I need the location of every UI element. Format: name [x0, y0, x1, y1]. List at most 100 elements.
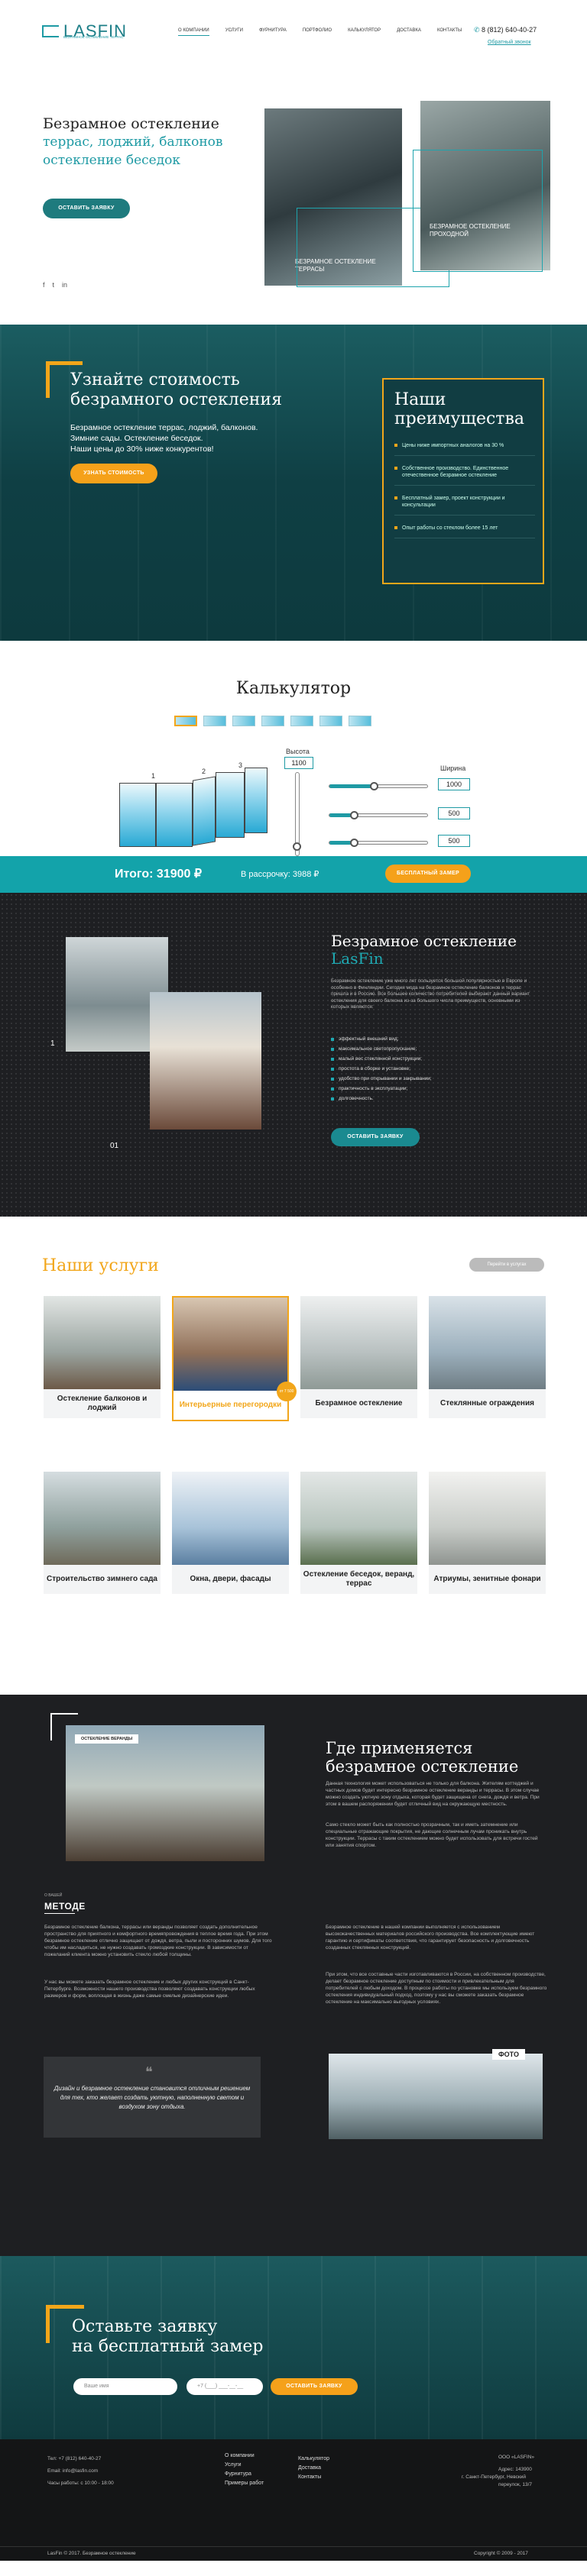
all-services-button[interactable]: Перейти в услугах [469, 1258, 544, 1272]
hero-frame-right [413, 150, 543, 272]
methods-col-2: Безрамное остекление в нашей компании вы… [326, 1925, 535, 1951]
service-image [172, 1472, 289, 1565]
header-phone[interactable]: ✆ 8 (812) 640-40-27 [474, 26, 537, 34]
phone-field[interactable]: +7 (___) ___-__-__ [186, 2378, 263, 2395]
request-submit-button[interactable]: ОСТАВИТЬ ЗАЯВКУ [271, 2378, 358, 2395]
service-card-winter-garden[interactable]: Строительство зимнего сада [44, 1472, 161, 1594]
services-section: Наши услуги Перейти в услугах Остекление… [0, 1217, 587, 1695]
installment-price: В рассрочку: 3988 ₽ [241, 870, 319, 879]
quote-text: Дизайн и безрамное остекление становится… [54, 2085, 251, 2110]
benefit-item: долговечность. [331, 1096, 537, 1102]
width-slider-knob[interactable] [369, 782, 378, 790]
methods-col-2b: При этом, что все составные части изгота… [326, 1972, 547, 2005]
stat-text-line2: Зимние сады. Остекление беседок. [70, 434, 203, 443]
service-card-windows[interactable]: Окна, двери, фасады [172, 1472, 289, 1594]
nav-item-hardware[interactable]: ФУРНИТУРА [259, 28, 287, 36]
about-title: Безрамное остекление LasFin [331, 932, 517, 968]
nav-item-portfolio[interactable]: ПОРТФОЛИО [303, 28, 332, 36]
width-slider-3[interactable] [329, 841, 428, 845]
service-label: Стеклянные ограждения [429, 1389, 546, 1418]
service-image [300, 1296, 417, 1389]
footer-phone[interactable]: Тел: +7 (812) 640-40-27 [47, 2456, 101, 2461]
photo-label: ФОТО [492, 2049, 525, 2060]
free-measure-button[interactable]: БЕСПЛАТНЫЙ ЗАМЕР [385, 865, 471, 883]
accent-corner [50, 1713, 78, 1740]
nav-item-calculator[interactable]: КАЛЬКУЛЯТОР [348, 28, 381, 36]
stat-title: Узнайте стоимость безрамного остекления [70, 370, 282, 410]
main-nav: О КОМПАНИИ УСЛУГИ ФУРНИТУРА ПОРТФОЛИО КА… [178, 28, 462, 36]
footer-link[interactable]: Примеры работ [225, 2481, 264, 2486]
hero-cta-button[interactable]: ОСТАВИТЬ ЗАЯВКУ [43, 199, 130, 218]
service-card-railings[interactable]: Стеклянные ограждения [429, 1296, 546, 1418]
advantages-title: Наши преимущества [394, 390, 524, 428]
type-option[interactable] [203, 716, 226, 726]
service-card-balconies[interactable]: Остекление балконов и лоджий [44, 1296, 161, 1418]
type-option[interactable] [232, 716, 255, 726]
name-field[interactable]: Ваше имя [73, 2378, 177, 2395]
service-card-frameless[interactable]: Безрамное остекление [300, 1296, 417, 1418]
facebook-icon[interactable]: f [43, 281, 45, 289]
logo-tagline: БЕЗРАМНОЕ ОСТЕКЛЕНИЕ ТЕРРАС [63, 35, 124, 39]
hero-title-line1: Безрамное остекление [43, 115, 219, 132]
usage-photo: ОСТЕКЛЕНИЕ ВЕРАНДЫ [66, 1725, 264, 1861]
usage-text-2: Само стекло может быть как полностью про… [326, 1822, 538, 1848]
type-option[interactable] [349, 716, 371, 726]
linkedin-icon[interactable]: in [62, 281, 67, 289]
total-price: Итого: 31900 ₽ [115, 868, 203, 881]
slider-fill [329, 784, 374, 788]
request-title: Оставьте заявку на бесплатный замер [72, 2317, 263, 2357]
about-photo-building [150, 992, 261, 1130]
twitter-icon[interactable]: t [53, 281, 55, 289]
width-input-2[interactable]: 500 [438, 807, 470, 819]
footer-link[interactable]: Фурнитура [225, 2471, 251, 2477]
width-slider-2[interactable] [329, 813, 428, 817]
nav-item-services[interactable]: УСЛУГИ [225, 28, 243, 36]
nav-item-delivery[interactable]: ДОСТАВКА [397, 28, 421, 36]
footer-link[interactable]: Калькулятор [298, 2456, 329, 2461]
benefit-item: эффектный внешний вид; [331, 1036, 537, 1042]
glass-pane[interactable] [119, 783, 156, 847]
height-input[interactable]: 1100 [284, 757, 313, 769]
footer-link[interactable]: Услуги [225, 2462, 242, 2468]
height-slider-knob[interactable] [293, 842, 301, 851]
glass-pane[interactable] [216, 772, 245, 838]
type-option[interactable] [319, 716, 342, 726]
footer-link[interactable]: Контакты [298, 2474, 321, 2480]
callback-link[interactable]: Обратный звонок [488, 40, 531, 45]
logo[interactable]: LASFIN БЕЗРАМНОЕ ОСТЕКЛЕНИЕ ТЕРРАС [42, 21, 127, 41]
glass-pane[interactable] [193, 776, 216, 846]
service-image [429, 1296, 546, 1389]
nav-item-about[interactable]: О КОМПАНИИ [178, 28, 209, 36]
width-slider-knob[interactable] [349, 839, 358, 847]
width-slider-knob[interactable] [349, 811, 358, 819]
type-option[interactable] [261, 716, 284, 726]
advantages-box: Наши преимущества Цены ниже импортных ан… [382, 378, 544, 584]
footer-link[interactable]: Доставка [298, 2465, 321, 2471]
slide-counter: 01 [110, 1142, 119, 1150]
width-input-3[interactable]: 500 [438, 835, 470, 847]
usage-section: ОСТЕКЛЕНИЕ ВЕРАНДЫ Где применяется безра… [0, 1695, 587, 2256]
nav-item-contacts[interactable]: КОНТАКТЫ [437, 28, 462, 36]
usage-title-line1: Где применяется [326, 1739, 473, 1757]
glass-pane[interactable] [245, 768, 268, 833]
methods-kicker: О ВАШЕЙ [44, 1893, 63, 1898]
about-cta-button[interactable]: ОСТАВИТЬ ЗАЯВКУ [331, 1128, 420, 1146]
footer-email[interactable]: Email: info@lasfin.com [47, 2468, 98, 2474]
width-slider-1[interactable] [329, 784, 428, 788]
calculator-title: Калькулятор [235, 679, 352, 698]
type-option[interactable] [174, 716, 197, 726]
service-card-verandas[interactable]: Остекление беседок, веранд, террас [300, 1472, 417, 1594]
advantage-item: Бесплатный замер, проект конструкции и к… [394, 495, 535, 516]
type-option[interactable] [290, 716, 313, 726]
service-card-atriums[interactable]: Атриумы, зенитные фонари [429, 1472, 546, 1594]
service-card-partitions[interactable]: Интерьерные перегородки от 7 500 [172, 1296, 297, 1421]
footer-company: ООО «LASFIN» [498, 2455, 534, 2460]
width-input-1[interactable]: 1000 [438, 778, 470, 790]
glass-pane[interactable] [156, 783, 193, 847]
usage-title-line2: безрамное остекление [326, 1757, 519, 1776]
width-label: Ширина [440, 764, 466, 772]
footer-link[interactable]: О компании [225, 2453, 255, 2458]
phone-icon: ✆ [474, 26, 482, 34]
methods-divider [44, 1913, 75, 1914]
get-price-button[interactable]: УЗНАТЬ СТОИМОСТЬ [70, 464, 157, 483]
